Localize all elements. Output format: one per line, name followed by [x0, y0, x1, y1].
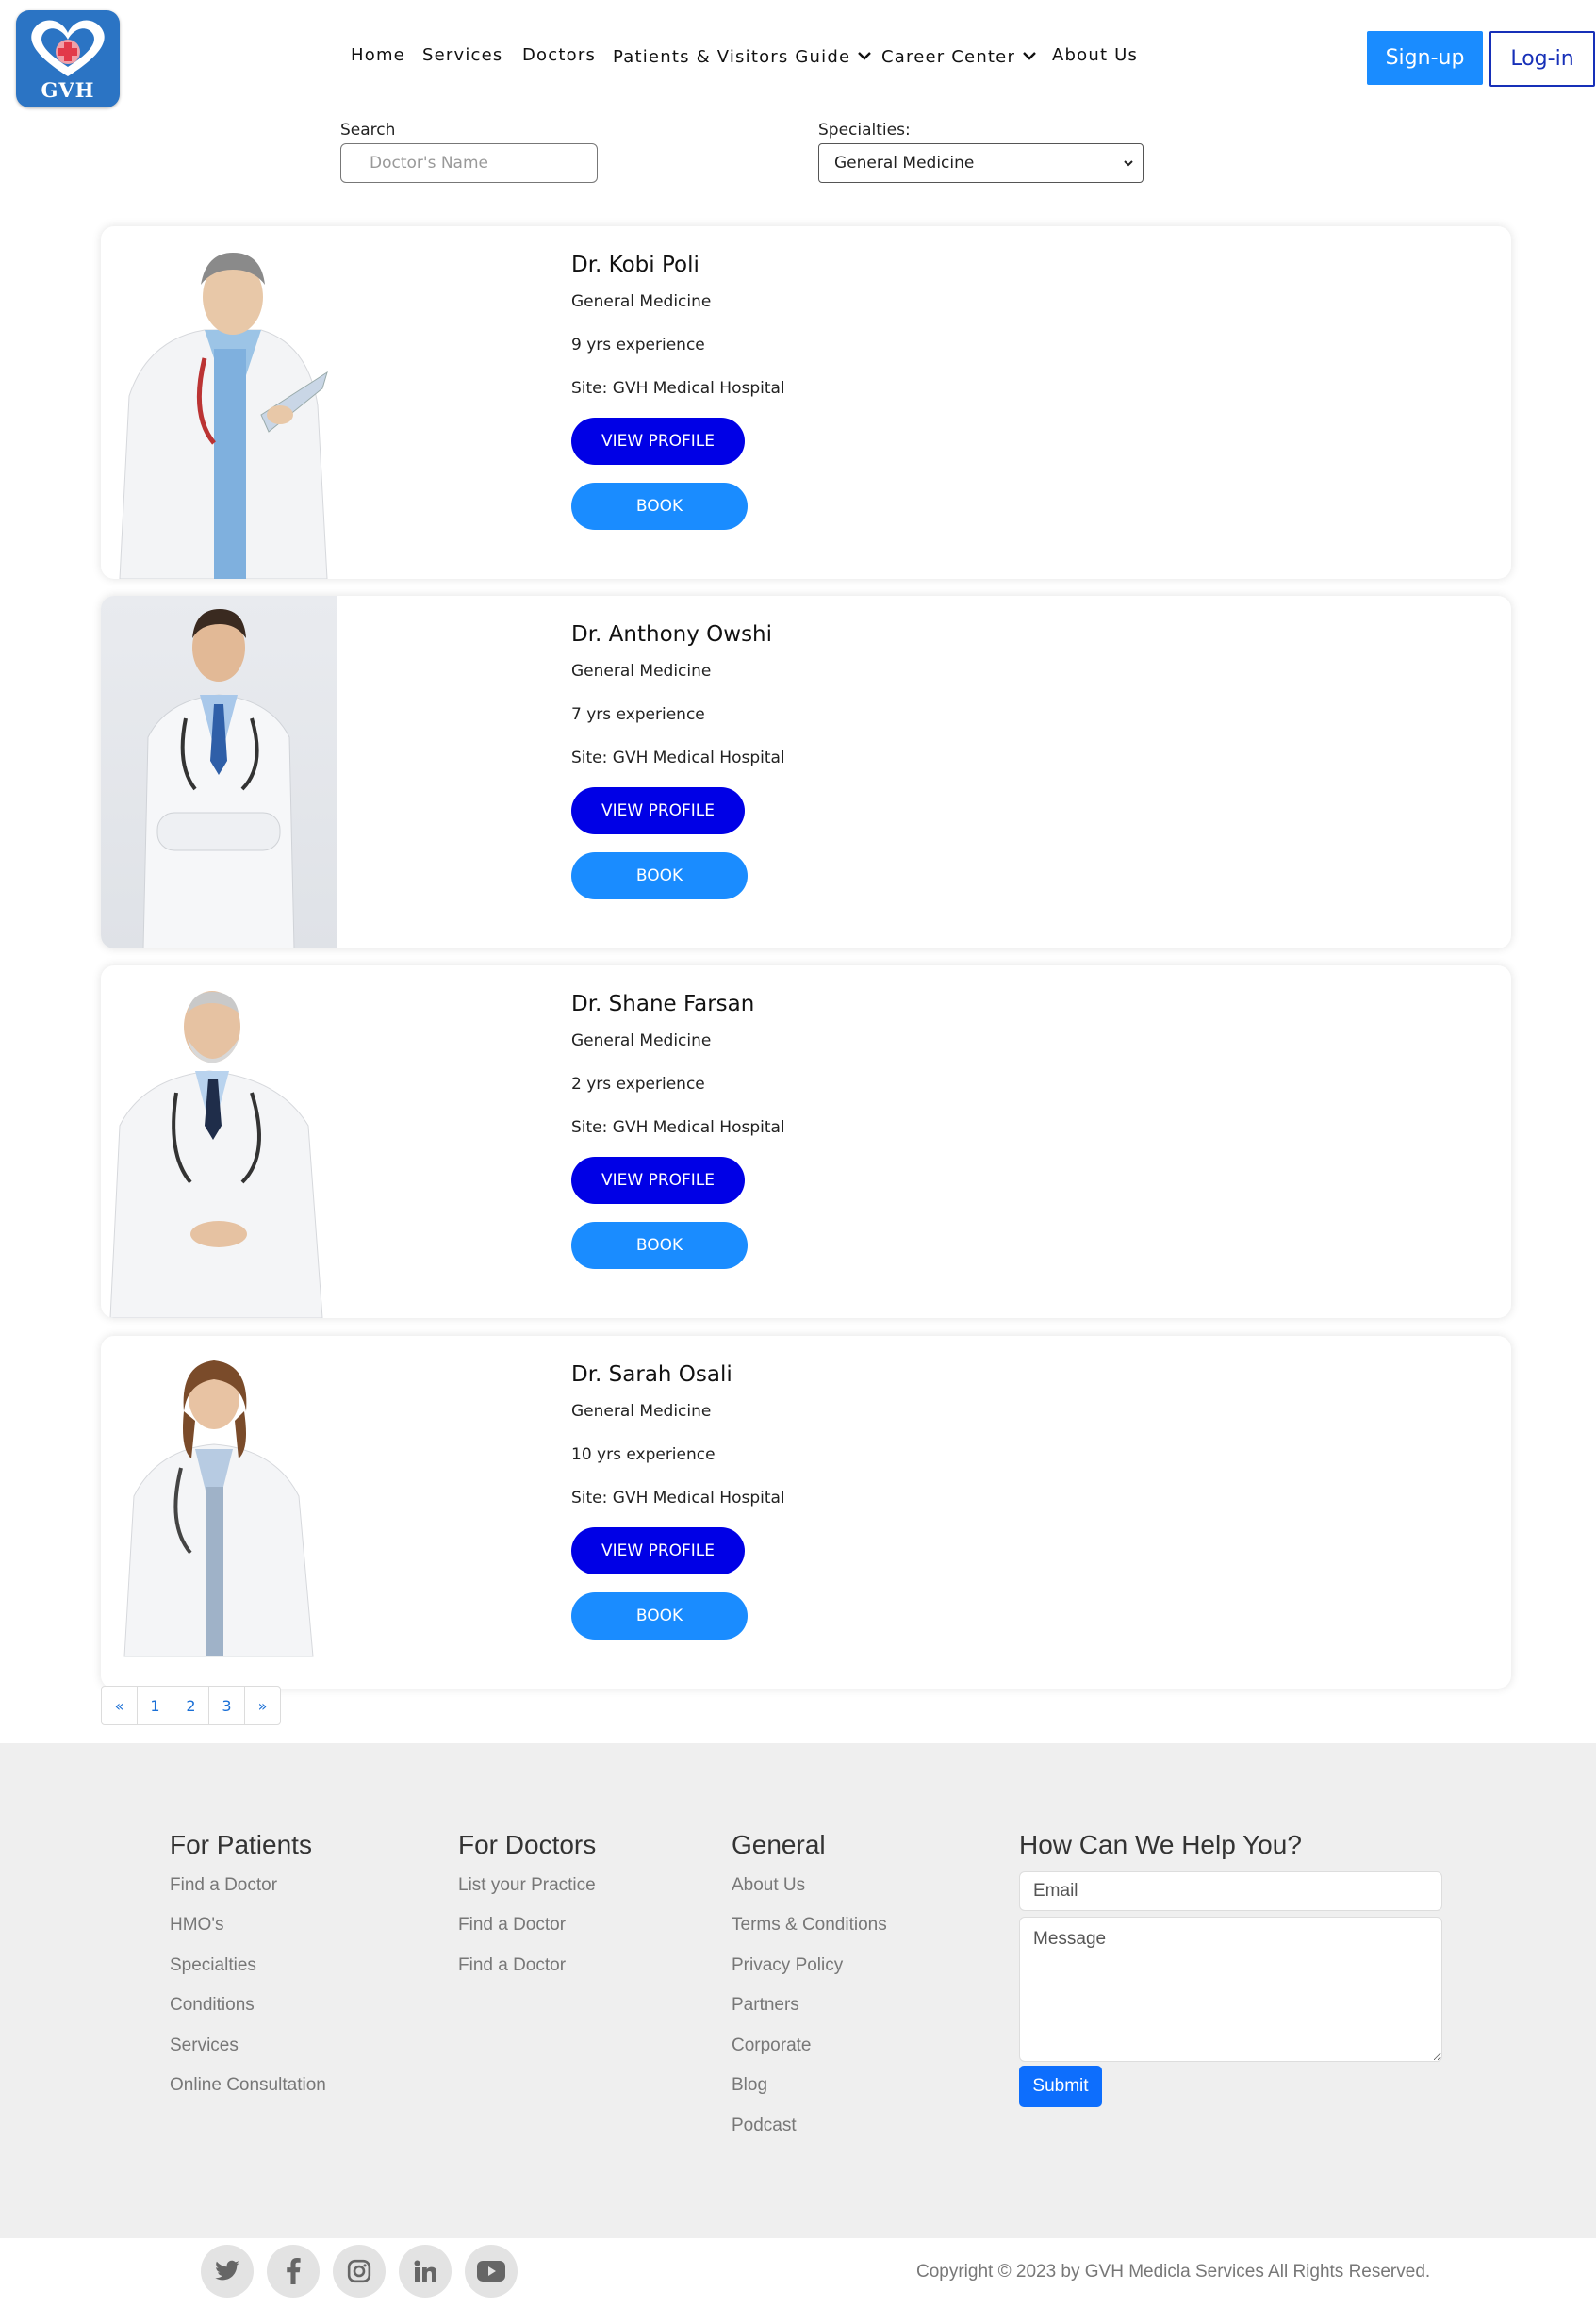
footer-bottom-bar: Copyright © 2023 by GVH Medicla Services… — [0, 2238, 1596, 2307]
pagination-next[interactable]: » — [244, 1686, 281, 1725]
footer-link[interactable]: Partners — [732, 1995, 799, 2016]
footer-link[interactable]: List your Practice — [458, 1875, 596, 1896]
doctor-search-input[interactable] — [340, 143, 598, 183]
doctor-specialty: General Medicine — [571, 292, 712, 311]
footer-link[interactable]: Services — [170, 2035, 239, 2056]
doctor-site: Site: GVH Medical Hospital — [571, 1118, 785, 1137]
contact-title: How Can We Help You? — [1019, 1830, 1302, 1859]
gvh-logo[interactable]: GVH — [16, 10, 120, 107]
view-profile-button[interactable]: VIEW PROFILE — [571, 418, 745, 465]
footer-link[interactable]: Online Consultation — [170, 2075, 326, 2096]
log-in-button[interactable]: Log-in — [1489, 31, 1595, 87]
facebook-icon[interactable] — [267, 2245, 320, 2298]
doctor-specialty: General Medicine — [571, 1402, 712, 1421]
doctor-name: Dr. Shane Farsan — [571, 992, 755, 1016]
doctor-experience: 10 yrs experience — [571, 1445, 716, 1464]
pagination-page-3[interactable]: 3 — [208, 1686, 245, 1725]
pagination-page-2[interactable]: 2 — [173, 1686, 209, 1725]
nav-career-center[interactable]: Career Center — [881, 45, 1036, 67]
footer-link[interactable]: Specialties — [170, 1955, 256, 1976]
footer-link[interactable]: Corporate — [732, 2035, 812, 2056]
specialty-select[interactable]: General Medicine — [818, 143, 1144, 183]
copyright-text: Copyright © 2023 by GVH Medicla Services… — [916, 2262, 1431, 2282]
nav-doctors[interactable]: Doctors — [522, 45, 596, 65]
footer-patients-title: For Patients — [170, 1830, 312, 1859]
search-label: Search — [340, 121, 396, 140]
instagram-icon[interactable] — [333, 2245, 386, 2298]
doctor-site: Site: GVH Medical Hospital — [571, 1489, 785, 1508]
doctor-card: Dr. Anthony Owshi General Medicine 7 yrs… — [101, 596, 1511, 948]
footer-link[interactable]: Find a Doctor — [170, 1875, 277, 1896]
doctor-specialty: General Medicine — [571, 1031, 712, 1050]
footer-link[interactable]: Find a Doctor — [458, 1915, 566, 1936]
footer-link[interactable]: Podcast — [732, 2116, 797, 2136]
doctor-name: Dr. Sarah Osali — [571, 1362, 732, 1387]
footer: For Patients Find a Doctor HMO's Special… — [0, 1743, 1596, 2238]
footer-doctors-title: For Doctors — [458, 1830, 597, 1859]
doctor-site: Site: GVH Medical Hospital — [571, 379, 785, 398]
pagination: « 1 2 3 » — [101, 1686, 281, 1725]
doctor-name: Dr. Anthony Owshi — [571, 622, 773, 647]
pagination-page-1[interactable]: 1 — [137, 1686, 173, 1725]
chevron-down-icon — [1023, 45, 1036, 65]
book-button[interactable]: BOOK — [571, 1592, 748, 1640]
chevron-down-icon — [858, 45, 872, 65]
nav-home[interactable]: Home — [351, 45, 405, 65]
view-profile-button[interactable]: VIEW PROFILE — [571, 1157, 745, 1204]
twitter-icon[interactable] — [201, 2245, 254, 2298]
book-button[interactable]: BOOK — [571, 852, 748, 899]
doctor-card: Dr. Kobi Poli General Medicine 9 yrs exp… — [101, 226, 1511, 579]
footer-link[interactable]: Conditions — [170, 1995, 255, 2016]
footer-link[interactable]: Terms & Conditions — [732, 1915, 887, 1936]
select-chevron-icon — [1122, 156, 1135, 174]
footer-general-title: General — [732, 1830, 826, 1859]
doctor-experience: 7 yrs experience — [571, 705, 705, 724]
doctor-experience: 2 yrs experience — [571, 1075, 705, 1094]
specialty-selected-value: General Medicine — [834, 154, 975, 173]
logo-text: GVH — [41, 78, 95, 102]
nav-career-center-label: Career Center — [881, 47, 1016, 67]
doctor-photo — [101, 226, 337, 579]
message-field[interactable] — [1019, 1917, 1442, 2062]
nav-about-us[interactable]: About Us — [1052, 45, 1138, 65]
footer-link[interactable]: HMO's — [170, 1915, 223, 1936]
book-button[interactable]: BOOK — [571, 1222, 748, 1269]
doctor-experience: 9 yrs experience — [571, 336, 705, 354]
footer-link[interactable]: About Us — [732, 1875, 805, 1896]
nav-patients-visitors-guide[interactable]: Patients & Visitors Guide — [613, 45, 872, 67]
doctor-name: Dr. Kobi Poli — [571, 253, 699, 277]
email-field[interactable] — [1019, 1871, 1442, 1911]
footer-link[interactable]: Privacy Policy — [732, 1955, 843, 1976]
nav-services[interactable]: Services — [422, 45, 503, 65]
doctor-site: Site: GVH Medical Hospital — [571, 749, 785, 767]
sign-up-button[interactable]: Sign-up — [1367, 31, 1483, 85]
doctor-specialty: General Medicine — [571, 662, 712, 681]
view-profile-button[interactable]: VIEW PROFILE — [571, 1527, 745, 1574]
submit-button[interactable]: Submit — [1019, 2066, 1102, 2107]
linkedin-icon[interactable] — [399, 2245, 452, 2298]
doctor-photo — [101, 596, 337, 948]
pagination-prev[interactable]: « — [101, 1686, 138, 1725]
youtube-icon[interactable] — [465, 2245, 518, 2298]
doctor-card: Dr. Sarah Osali General Medicine 10 yrs … — [101, 1336, 1511, 1689]
book-button[interactable]: BOOK — [571, 483, 748, 530]
nav-patients-visitors-guide-label: Patients & Visitors Guide — [613, 47, 851, 67]
specialties-label: Specialties: — [818, 121, 911, 140]
view-profile-button[interactable]: VIEW PROFILE — [571, 787, 745, 834]
doctor-photo — [101, 965, 337, 1318]
footer-link[interactable]: Blog — [732, 2075, 767, 2096]
doctor-card: Dr. Shane Farsan General Medicine 2 yrs … — [101, 965, 1511, 1318]
doctor-photo — [101, 1336, 337, 1689]
footer-link[interactable]: Find a Doctor — [458, 1955, 566, 1976]
